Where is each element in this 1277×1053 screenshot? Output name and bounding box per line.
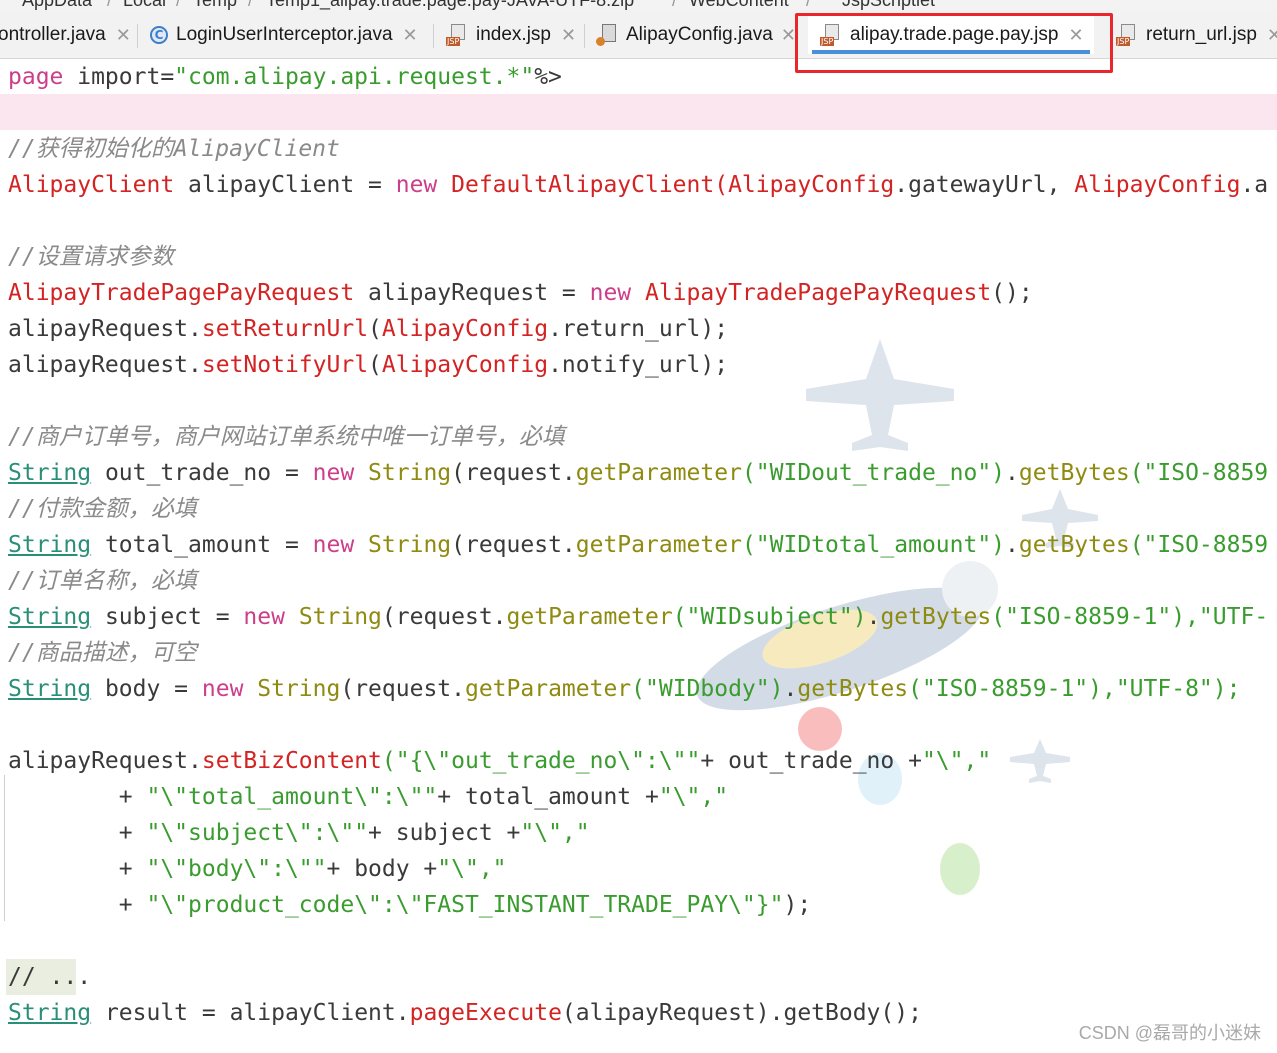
tab-label: index.jsp <box>476 24 551 45</box>
tab-return-url-jsp[interactable]: JSP return_url.jsp ✕ <box>1116 16 1277 54</box>
breadcrumb-item[interactable]: Temp1_alipay.trade.page.pay-JAVA-UTF-8.z… <box>266 0 634 10</box>
close-icon[interactable]: ✕ <box>1267 25 1277 46</box>
code-line-biz-product-code: + "\"product_code\":\"FAST_INSTANT_TRADE… <box>8 892 812 918</box>
code-line-total-amount: String total_amount = new String(request… <box>8 532 1269 558</box>
code-line-request: AlipayTradePagePayRequest alipayRequest … <box>8 280 1033 306</box>
indent-guide <box>4 775 5 921</box>
code-folded-comment[interactable]: // ... <box>8 959 91 995</box>
tab-label: AlipayConfig.java <box>626 24 773 45</box>
code-line-out-trade-no: String out_trade_no = new String(request… <box>8 460 1269 486</box>
tab-controller-java[interactable]: ontroller.java ✕ <box>0 16 131 54</box>
breadcrumb-item[interactable]: AppData <box>22 0 92 10</box>
code-comment: //商户订单号，商户网站订单系统中唯一订单号，必填 <box>8 424 565 450</box>
current-line-highlight <box>0 94 1277 130</box>
jsp-file-icon: JSP <box>1116 24 1138 46</box>
code-line-set-notify-url: alipayRequest.setNotifyUrl(AlipayConfig.… <box>8 352 729 378</box>
breadcrumb-separator: / <box>107 0 113 10</box>
code-line-biz-total-amount: + "\"total_amount\":\""+ total_amount +"… <box>8 784 729 810</box>
code-comment: //商品描述，可空 <box>8 640 197 666</box>
breadcrumb-item[interactable]: Temp <box>193 0 237 10</box>
code-line-body: String body = new String(request.getPara… <box>8 676 1241 702</box>
close-icon[interactable]: ✕ <box>116 25 131 46</box>
tab-divider <box>433 24 434 48</box>
close-icon[interactable]: ✕ <box>561 25 576 46</box>
code-comment: //设置请求参数 <box>8 244 174 270</box>
java-config-icon <box>596 24 618 46</box>
jsp-file-icon: JSP <box>446 24 468 46</box>
tab-login-user-interceptor-java[interactable]: C LoginUserInterceptor.java ✕ <box>150 16 418 54</box>
code-comment: //付款金额，必填 <box>8 496 197 522</box>
breadcrumb-separator: / <box>176 0 182 10</box>
tab-alipay-config-java[interactable]: AlipayConfig.java ✕ <box>596 16 796 54</box>
code-line-set-return-url: alipayRequest.setReturnUrl(AlipayConfig.… <box>8 316 729 342</box>
code-line-set-biz-content: alipayRequest.setBizContent("{\"out_trad… <box>8 748 992 774</box>
java-class-icon: C <box>150 26 168 44</box>
code-line-subject: String subject = new String(request.getP… <box>8 604 1269 630</box>
code-line-biz-subject: + "\"subject\":\""+ subject +"\"," <box>8 820 590 846</box>
code-line-1: page import="com.alipay.api.request.*"%> <box>8 64 562 90</box>
tab-label: return_url.jsp <box>1146 24 1257 45</box>
tab-index-jsp[interactable]: JSP index.jsp ✕ <box>446 16 576 54</box>
code-editor[interactable]: page import="com.alipay.api.request.*"%>… <box>0 59 1277 1053</box>
close-icon[interactable]: ✕ <box>403 25 418 46</box>
code-comment: //获得初始化的AlipayClient <box>8 136 340 162</box>
breadcrumb-item[interactable]: WebContent <box>689 0 789 10</box>
breadcrumb-separator: / <box>248 0 254 10</box>
tab-label: ontroller.java <box>0 24 106 45</box>
tab-label: LoginUserInterceptor.java <box>176 24 393 45</box>
code-comment: //订单名称，必填 <box>8 568 197 594</box>
tab-divider <box>584 24 585 48</box>
code-line-alipay-client: AlipayClient alipayClient = new DefaultA… <box>8 172 1269 198</box>
breadcrumb-separator: / <box>672 0 678 10</box>
close-icon[interactable]: ✕ <box>781 25 796 46</box>
watermark: CSDN @磊哥的小迷妹 <box>1078 1023 1261 1043</box>
code-line-biz-body: + "\"body\":\""+ body +"\"," <box>8 856 507 882</box>
breadcrumb-item[interactable]: JspScriptlet <box>842 0 935 10</box>
breadcrumb-separator: / <box>806 0 812 10</box>
tab-divider <box>137 24 138 48</box>
breadcrumb: AppData / Local / Temp / Temp1_alipay.tr… <box>0 0 1277 10</box>
code-line-result: String result = alipayClient.pageExecute… <box>8 1000 922 1026</box>
breadcrumb-item[interactable]: Local <box>123 0 166 10</box>
